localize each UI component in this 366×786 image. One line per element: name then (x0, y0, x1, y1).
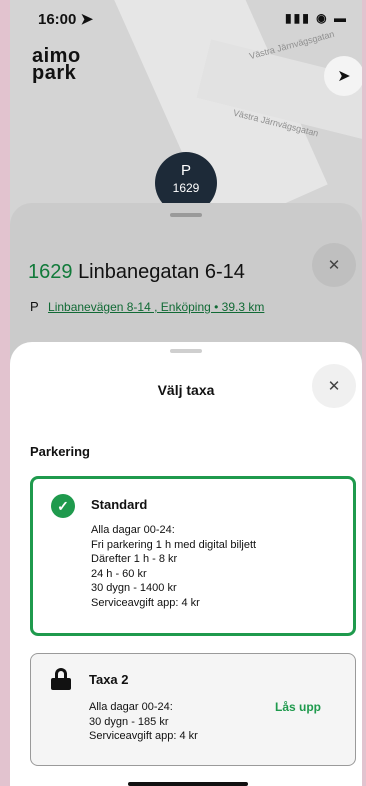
spot-number: 1629 (28, 261, 73, 283)
address-link[interactable]: Linbanevägen 8-14 , Enköping • 39.3 km (48, 300, 264, 314)
modal-title: Välj taxa (157, 382, 215, 398)
status-time: 16:00 ➤ (38, 11, 94, 28)
signal-icon: ▮▮▮ (285, 11, 311, 25)
lock-icon (51, 668, 71, 690)
close-modal-button[interactable]: ✕ (312, 364, 356, 408)
check-circle-icon: ✓ (51, 494, 75, 518)
navigation-arrow-icon: ➤ (337, 68, 351, 85)
locate-me-button[interactable]: ➤ (324, 56, 362, 96)
tariff-name: Taxa 2 (89, 672, 129, 687)
home-indicator[interactable] (128, 782, 248, 786)
tariff-option-taxa-2[interactable]: Taxa 2 Alla dagar 00-24: 30 dygn - 185 k… (30, 653, 356, 766)
close-icon: ✕ (327, 378, 341, 395)
unlock-button[interactable]: Lås upp (275, 700, 321, 714)
close-icon: ✕ (327, 257, 341, 274)
modal-handle[interactable] (170, 349, 202, 353)
status-icons: ▮▮▮ ◉ ▬ (285, 11, 348, 25)
tariff-modal: Välj taxa ✕ Parkering ✓ Standard Alla da… (10, 342, 362, 786)
battery-icon: ▬ (334, 11, 348, 25)
parking-icon: P (30, 299, 39, 314)
spot-name: Linbanegatan 6-14 (78, 261, 245, 283)
marker-number: 1629 (172, 181, 200, 195)
section-title: Parkering (30, 444, 90, 459)
marker-letter: P (180, 162, 191, 179)
status-bar: 16:00 ➤ ▮▮▮ ◉ ▬ (10, 0, 362, 36)
wifi-icon: ◉ (316, 11, 329, 25)
phone-screen: Västra Järnvägsgatan Västra Järnvägsgata… (10, 0, 362, 786)
spot-title: 1629 Linbanegatan 6-14 (28, 261, 245, 284)
tariff-details: Alla dagar 00-24: Fri parkering 1 h med … (91, 524, 257, 609)
tariff-option-standard[interactable]: ✓ Standard Alla dagar 00-24: Fri parkeri… (30, 476, 356, 636)
spot-address: P Linbanevägen 8-14 , Enköping • 39.3 km (30, 299, 264, 314)
aimo-park-logo: aimo park (32, 45, 81, 84)
close-spot-button[interactable]: ✕ (312, 243, 356, 287)
tariff-details: Alla dagar 00-24: 30 dygn - 185 kr Servi… (89, 701, 198, 743)
sheet-handle[interactable] (170, 213, 202, 217)
tariff-name: Standard (91, 497, 148, 512)
